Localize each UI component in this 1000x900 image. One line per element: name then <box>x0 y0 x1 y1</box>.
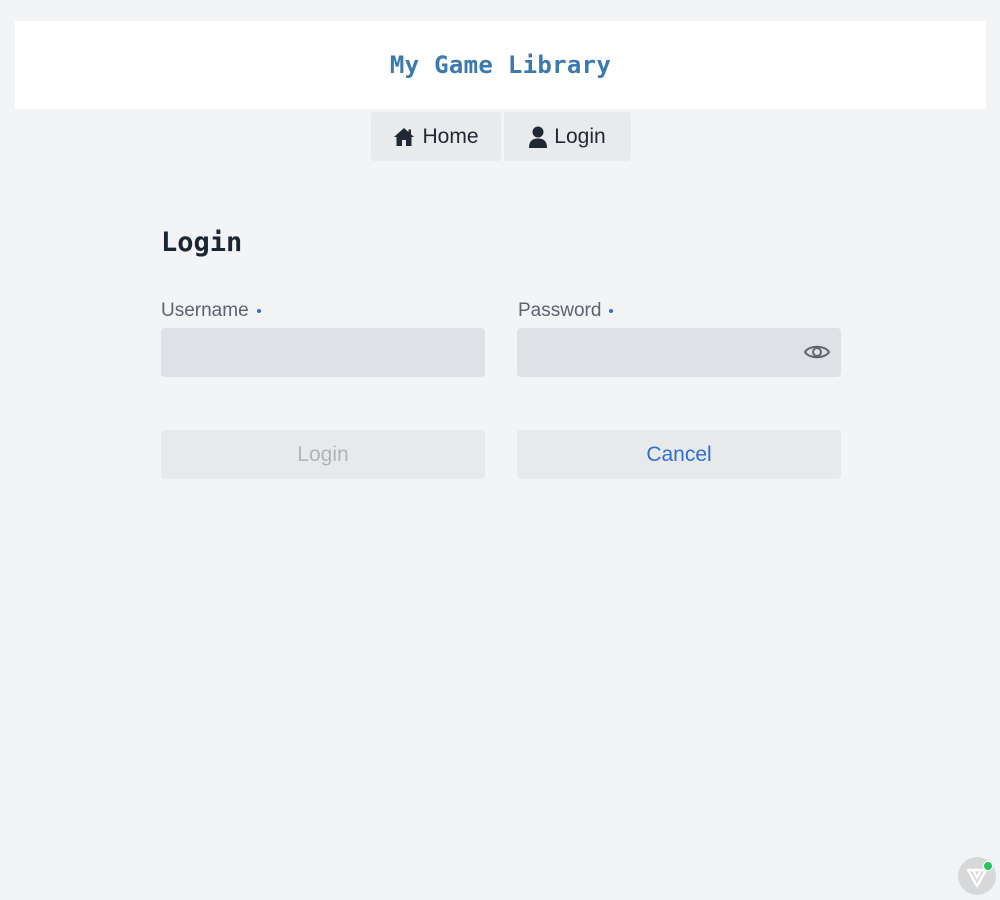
app-header: My Game Library <box>15 21 986 109</box>
nav-home-label: Home <box>422 124 479 148</box>
nav-home-button[interactable]: Home <box>371 112 501 161</box>
home-icon <box>393 127 415 147</box>
page-title: Login <box>161 227 243 258</box>
login-submit-button[interactable]: Login <box>161 430 485 479</box>
nav-login-label: Login <box>554 124 606 148</box>
username-label-text: Username <box>161 300 249 321</box>
user-icon <box>529 126 548 148</box>
status-dot <box>983 861 993 871</box>
required-indicator <box>609 309 614 313</box>
main-nav: Home Login <box>371 112 631 161</box>
password-label: Password <box>518 300 614 322</box>
nav-login-button[interactable]: Login <box>504 112 631 161</box>
vuetify-logo-icon <box>958 868 996 899</box>
username-label: Username <box>161 300 261 322</box>
password-field-container <box>517 328 841 377</box>
app-title: My Game Library <box>389 51 612 79</box>
username-input[interactable] <box>161 328 485 377</box>
password-input[interactable] <box>517 328 841 377</box>
cancel-button[interactable]: Cancel <box>517 430 841 479</box>
username-field-container <box>161 328 485 377</box>
password-label-text: Password <box>518 300 602 321</box>
required-indicator <box>256 309 261 313</box>
corner-widget-button[interactable] <box>958 857 996 895</box>
eye-icon[interactable] <box>803 340 831 364</box>
